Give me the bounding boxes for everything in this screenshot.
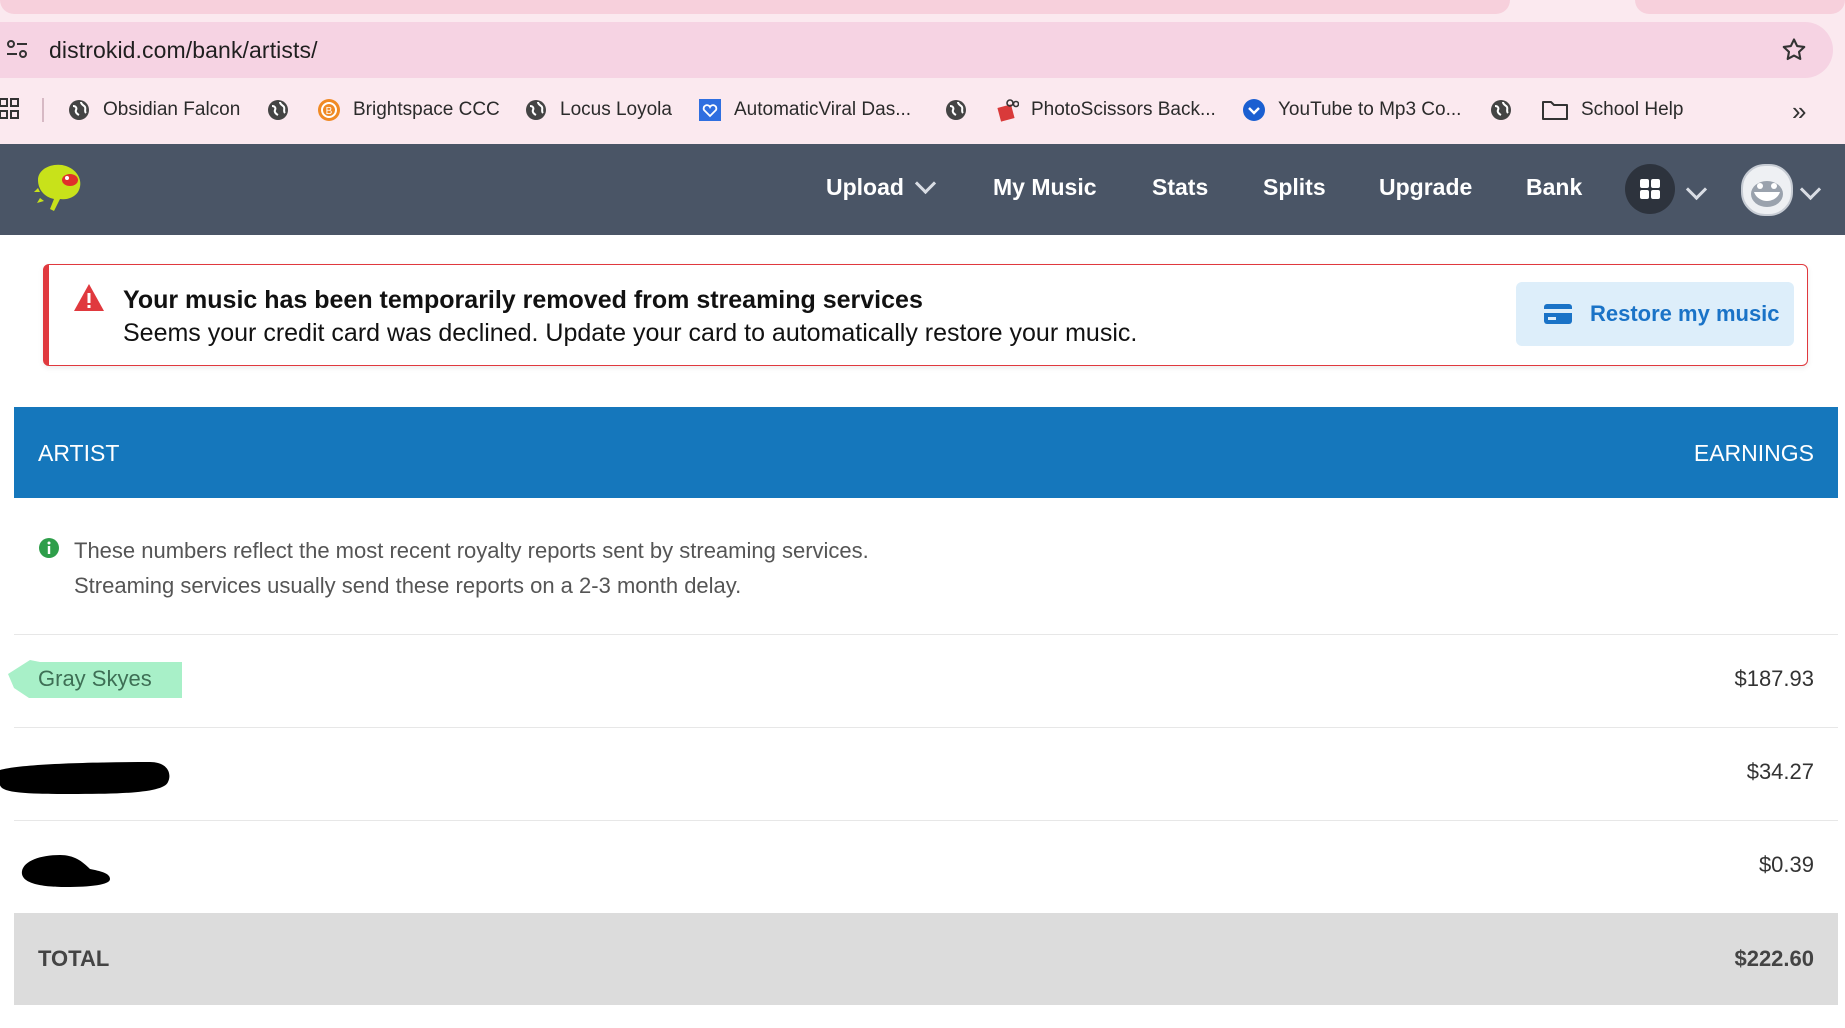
apps-grid-icon[interactable]	[0, 98, 20, 120]
nav-stats-label: Stats	[1152, 174, 1209, 200]
bookmark-locus-loyola[interactable]: Locus Loyola	[524, 92, 672, 128]
heart-badge-icon	[699, 99, 721, 121]
bookmark-label: Obsidian Falcon	[103, 99, 241, 120]
bookmark-globe-2[interactable]	[944, 92, 980, 128]
column-header-earnings[interactable]: EARNINGS	[1694, 440, 1814, 467]
nav-upgrade-label: Upgrade	[1379, 174, 1473, 200]
site-settings-icon[interactable]	[6, 38, 28, 60]
alert-message: Seems your credit card was declined. Upd…	[123, 319, 1138, 347]
redaction-scribble	[21, 855, 110, 887]
total-row: TOTAL $222.60	[14, 913, 1838, 1005]
nav-stats[interactable]: Stats	[1152, 174, 1208, 201]
warning-triangle-icon	[74, 284, 104, 311]
nav-splits[interactable]: Splits	[1263, 174, 1326, 201]
total-label: TOTAL	[38, 946, 110, 971]
artist-earnings: $34.27	[1746, 759, 1814, 784]
bookmark-globe-3[interactable]	[1489, 92, 1525, 128]
more-bookmarks-button[interactable]: »	[1792, 96, 1806, 127]
nav-my-music[interactable]: My Music	[993, 174, 1097, 201]
apps-menu-button[interactable]	[1625, 164, 1675, 214]
alert-title: Your music has been temporarily removed …	[123, 286, 923, 314]
table-row[interactable]: $0.39	[14, 821, 1838, 914]
nav-upload[interactable]: Upload	[826, 172, 937, 201]
artist-earnings: $0.39	[1758, 852, 1814, 877]
avatar-face-icon	[1751, 181, 1783, 207]
total-earnings: $222.60	[1734, 946, 1814, 971]
info-icon	[39, 538, 59, 558]
bookmarks-bar: Obsidian Falcon B Brightspace CCC Locus …	[0, 92, 1845, 128]
bookmark-label: YouTube to Mp3 Co...	[1278, 99, 1462, 120]
earnings-table-header: ARTIST EARNINGS	[14, 407, 1838, 498]
brightspace-icon: B	[318, 99, 340, 121]
svg-text:B: B	[326, 106, 333, 117]
address-bar[interactable]: distrokid.com/bank/artists/	[0, 22, 1833, 78]
bookmark-school-help[interactable]: School Help	[1541, 92, 1683, 128]
site-navbar: Upload My Music Stats Splits Upgrade Ban…	[0, 144, 1845, 235]
bookmark-star-icon[interactable]	[1780, 36, 1808, 64]
nav-bank-label: Bank	[1526, 174, 1583, 200]
browser-chrome: distrokid.com/bank/artists/ Obsidian Fal…	[0, 0, 1845, 144]
nav-upload-label: Upload	[826, 174, 904, 200]
globe-icon	[69, 100, 89, 120]
artist-name[interactable]: Gray Skyes	[38, 666, 152, 692]
scissors-icon	[997, 99, 1019, 122]
streaming-removed-alert: Your music has been temporarily removed …	[43, 264, 1808, 366]
tab-strip-right	[1635, 0, 1845, 14]
chevron-down-icon[interactable]	[1685, 178, 1708, 201]
bookmark-youtube-mp3[interactable]: YouTube to Mp3 Co...	[1242, 92, 1461, 128]
table-row[interactable]: Gray Skyes $187.93	[8, 635, 1838, 728]
info-text: These numbers reflect the most recent ro…	[74, 538, 869, 598]
redaction-scribble	[0, 762, 170, 794]
bookmark-label: AutomaticViral Das...	[734, 99, 912, 120]
nav-my-music-label: My Music	[993, 174, 1097, 200]
download-check-icon	[1243, 99, 1265, 121]
bookmark-photoscissors[interactable]: PhotoScissors Back...	[995, 92, 1216, 128]
chevron-down-icon	[914, 172, 937, 195]
apps-grid-icon	[1640, 179, 1649, 188]
bookmark-brightspace[interactable]: B Brightspace CCC	[317, 92, 500, 128]
distrokid-logo-icon[interactable]	[30, 158, 92, 220]
chevron-down-icon[interactable]	[1799, 178, 1822, 201]
bookmark-label: Brightspace CCC	[353, 99, 500, 120]
column-header-artist[interactable]: ARTIST	[38, 440, 119, 467]
globe-icon	[946, 100, 966, 120]
restore-music-button[interactable]: Restore my music	[1516, 282, 1794, 346]
bookmark-globe[interactable]	[266, 92, 302, 128]
royalty-info-note: These numbers reflect the most recent ro…	[14, 498, 1838, 635]
bookmark-label: Locus Loyola	[560, 99, 672, 120]
artist-earnings: $187.93	[1734, 666, 1814, 691]
bookmark-obsidian-falcon[interactable]: Obsidian Falcon	[67, 92, 240, 128]
bookmarks-divider	[42, 98, 44, 122]
tab-strip	[0, 0, 1510, 14]
globe-icon	[1491, 100, 1511, 120]
nav-splits-label: Splits	[1263, 174, 1326, 200]
globe-icon	[268, 100, 288, 120]
folder-icon	[1542, 101, 1568, 120]
globe-icon	[526, 100, 546, 120]
credit-card-icon	[1544, 304, 1572, 324]
restore-music-label: Restore my music	[1590, 301, 1780, 326]
avatar[interactable]	[1741, 164, 1793, 216]
url-text[interactable]: distrokid.com/bank/artists/	[49, 37, 318, 64]
bookmark-label: School Help	[1581, 99, 1684, 120]
bookmark-automaticviral[interactable]: AutomaticViral Das...	[698, 92, 911, 128]
table-row[interactable]: $34.27	[0, 728, 1838, 821]
bookmark-label: PhotoScissors Back...	[1031, 99, 1216, 120]
nav-upgrade[interactable]: Upgrade	[1379, 174, 1472, 201]
nav-bank[interactable]: Bank	[1526, 174, 1582, 201]
